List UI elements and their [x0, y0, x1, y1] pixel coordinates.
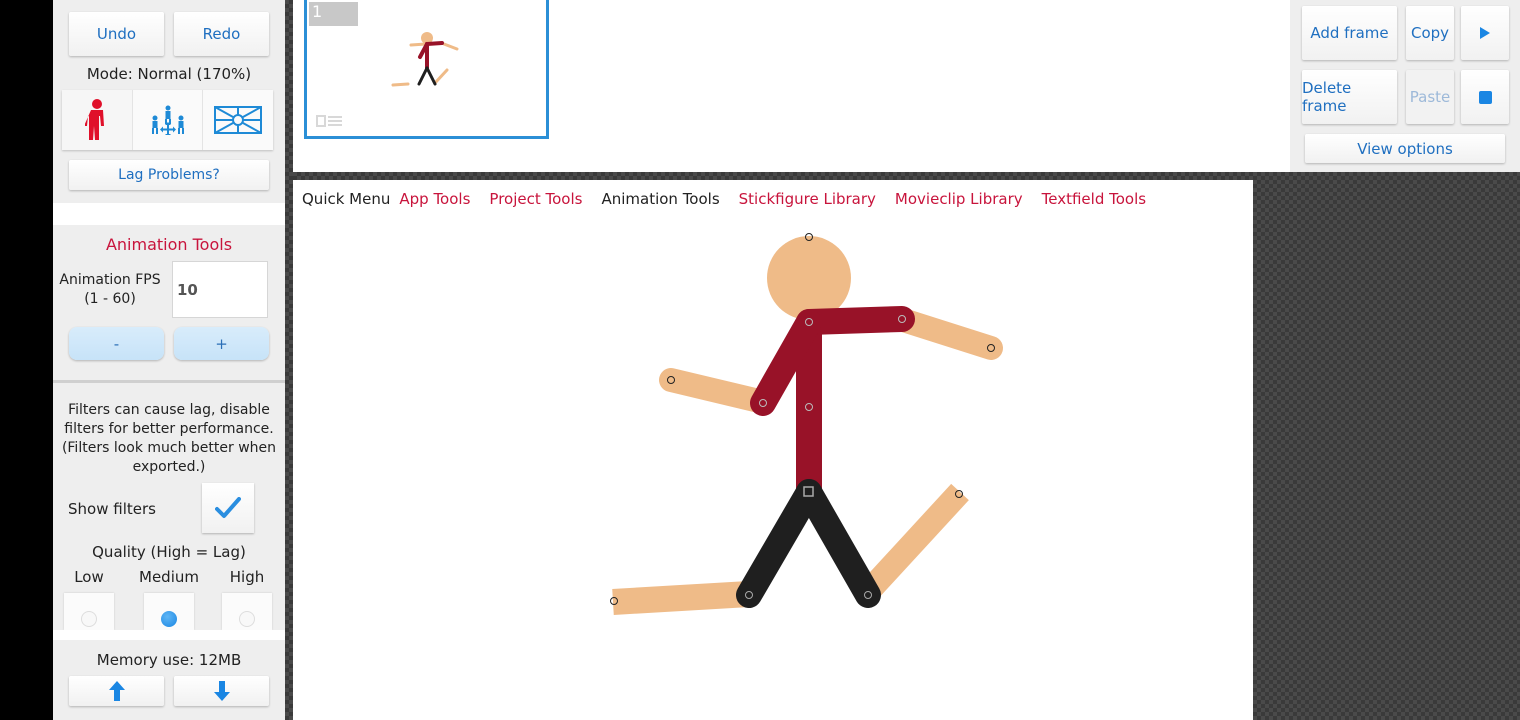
- fps-input[interactable]: 10: [172, 261, 268, 318]
- quality-high-radio[interactable]: [222, 593, 272, 630]
- checkmark-icon: [215, 497, 241, 518]
- quality-low-label: Low: [74, 568, 104, 586]
- radio-indicator: [81, 611, 97, 627]
- left-black-margin: [0, 0, 53, 720]
- group-mode-button[interactable]: [132, 90, 204, 150]
- undo-button[interactable]: Undo: [69, 12, 164, 56]
- right-upper-arm: [796, 306, 915, 335]
- left-thigh: [736, 479, 822, 608]
- filters-note-line: exported.): [132, 459, 206, 475]
- frame-preview: [316, 32, 459, 127]
- show-filters-label: Show filters: [68, 500, 156, 518]
- paste-button[interactable]: Paste: [1406, 70, 1454, 124]
- stickfigure-icon: [84, 99, 104, 140]
- fps-label: Animation FPS (1 - 60): [57, 271, 163, 309]
- redo-button[interactable]: Redo: [174, 12, 269, 56]
- play-button[interactable]: [1461, 6, 1509, 60]
- section-separator: [53, 203, 285, 225]
- move-up-button[interactable]: [69, 676, 164, 706]
- filters-note-line: filters for better performance.: [64, 421, 274, 437]
- memory-use-text: Memory use: 12MB: [96, 651, 242, 669]
- radio-indicator-selected: [161, 611, 177, 627]
- fps-increase-button[interactable]: +: [174, 327, 269, 360]
- mode-selector: [62, 90, 274, 150]
- right-thigh: [796, 479, 881, 608]
- section-separator: [53, 630, 285, 640]
- frame-thumbnail[interactable]: 1: [304, 0, 549, 139]
- view-options-button[interactable]: View options: [1305, 134, 1505, 163]
- show-filters-checkbox[interactable]: [202, 483, 254, 533]
- radio-indicator: [239, 611, 255, 627]
- quality-high-label: High: [229, 568, 265, 586]
- frames-timeline: 1: [293, 0, 1290, 172]
- animation-tools-title: Animation Tools: [105, 235, 233, 254]
- sidebar: Undo Redo Mode: Normal (170%) Lag Proble…: [53, 0, 285, 720]
- divider: [53, 380, 285, 383]
- move-down-button[interactable]: [174, 676, 269, 706]
- offstage-area: [1253, 180, 1520, 720]
- fps-label-line1: Animation FPS: [59, 272, 161, 288]
- group-move-icon: [151, 105, 184, 135]
- stop-button[interactable]: [1461, 70, 1509, 124]
- frame-options-icon: [316, 115, 342, 127]
- delete-frame-button[interactable]: Delete frame: [1302, 70, 1397, 124]
- right-shin: [859, 483, 969, 601]
- frame-controls-panel: Add frame Copy Delete frame Paste View o…: [1290, 0, 1520, 172]
- stickfigure-mode-button[interactable]: [62, 90, 133, 150]
- right-forearm: [891, 308, 1003, 360]
- animation-canvas[interactable]: Quick Menu App Tools Project Tools Anima…: [293, 180, 1253, 720]
- head: [767, 236, 851, 320]
- background-mode-button[interactable]: [203, 90, 274, 150]
- sidebar-edge: [285, 0, 293, 720]
- filters-note-line: (Filters look much better when: [61, 440, 277, 456]
- quality-label: Quality (High = Lag): [92, 543, 246, 561]
- fps-decrease-button[interactable]: -: [69, 327, 164, 360]
- arrow-down-icon: [213, 681, 230, 701]
- stickfigure-stage: [610, 233, 1003, 615]
- mode-text: Mode: Normal (170%): [86, 65, 252, 83]
- background-scene-icon: [214, 106, 263, 134]
- filters-note-line: Filters can cause lag, disable: [68, 402, 270, 418]
- left-forearm: [659, 368, 775, 414]
- frames-divider: [293, 172, 1520, 180]
- copy-button[interactable]: Copy: [1406, 6, 1454, 60]
- quality-medium-label: Medium: [139, 568, 199, 586]
- quality-low-radio[interactable]: [64, 593, 114, 630]
- filters-note: Filters can cause lag, disable filters f…: [53, 401, 285, 477]
- add-frame-button[interactable]: Add frame: [1302, 6, 1397, 60]
- arrow-up-icon: [108, 681, 125, 701]
- quality-medium-radio[interactable]: [144, 593, 194, 630]
- lag-problems-button[interactable]: Lag Problems?: [69, 160, 269, 190]
- left-shin: [612, 581, 750, 615]
- stop-icon: [1478, 90, 1492, 104]
- fps-label-line2: (1 - 60): [84, 291, 136, 307]
- play-icon: [1480, 27, 1490, 39]
